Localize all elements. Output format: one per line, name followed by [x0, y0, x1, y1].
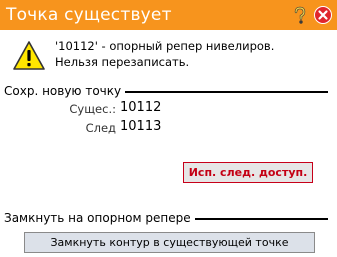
- next-value: 10113: [120, 119, 162, 134]
- next-label: След: [85, 121, 116, 135]
- dialog-title: Точка существует: [6, 5, 172, 25]
- help-icon[interactable]: [290, 5, 310, 25]
- message-line-1: '10112' - опорный репер нивелиров.: [55, 39, 275, 53]
- dialog-window: Точка существует '10112' - опорный репер…: [0, 0, 337, 257]
- warning-message: '10112' - опорный репер нивелиров. Нельз…: [55, 38, 274, 70]
- use-next-available-button[interactable]: Исп. след. доступ.: [183, 162, 313, 183]
- close-contour-button[interactable]: Замкнуть контур в существующей точке: [24, 232, 315, 253]
- existing-label: Сущес.:: [69, 102, 116, 116]
- message-line-2: Нельзя перезаписать.: [55, 55, 190, 69]
- title-bar: Точка существует: [0, 0, 337, 30]
- close-section-title: Замкнуть на опорном репере: [4, 211, 195, 225]
- save-section-title: Сохр. новую точку: [4, 84, 126, 98]
- close-icon[interactable]: [314, 6, 332, 24]
- warning-icon: [13, 41, 45, 70]
- existing-value: 10112: [120, 100, 162, 115]
